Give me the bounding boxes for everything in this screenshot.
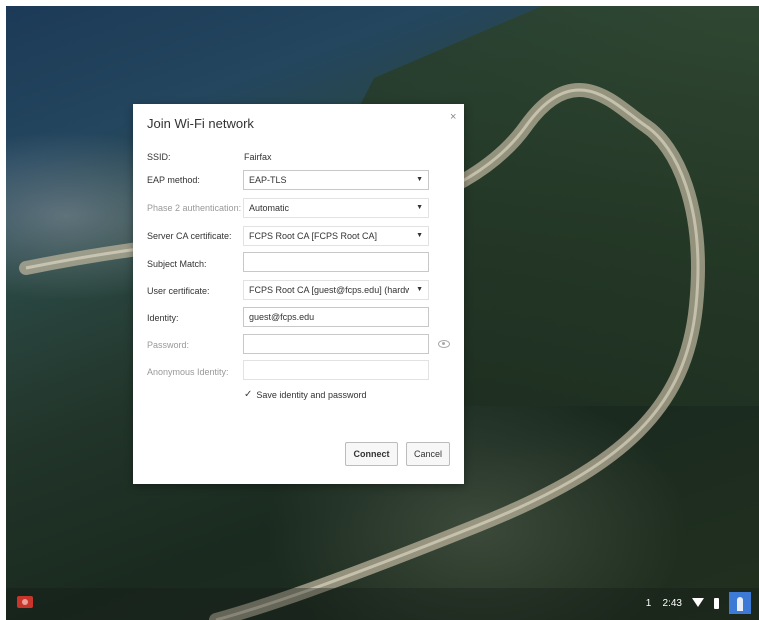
chevron-down-icon: ▼ [416, 232, 423, 239]
ssid-label: SSID: [147, 152, 171, 162]
anon-identity-input[interactable] [243, 360, 429, 380]
identity-label: Identity: [147, 313, 179, 323]
ssid-value: Fairfax [244, 152, 272, 162]
server-ca-label: Server CA certificate: [147, 231, 232, 241]
identity-input[interactable] [243, 307, 429, 327]
chevron-down-icon: ▼ [416, 204, 423, 211]
eap-method-select[interactable]: EAP-TLS ▼ [243, 170, 429, 190]
user-avatar[interactable] [729, 592, 751, 614]
subject-match-input[interactable] [243, 252, 429, 272]
user-cert-label: User certificate: [147, 286, 210, 296]
join-wifi-dialog: Join Wi-Fi network × SSID: Fairfax EAP m… [133, 104, 464, 484]
check-icon[interactable]: ✓ [244, 389, 252, 400]
connect-button[interactable]: Connect [345, 442, 398, 466]
phase2-value: Automatic [249, 203, 290, 213]
eye-icon[interactable] [438, 340, 450, 348]
status-tray[interactable]: 1 2:43 [645, 592, 751, 614]
subject-match-label: Subject Match: [147, 259, 207, 269]
save-credentials-checkbox[interactable]: ✓ Save identity and password [244, 389, 366, 400]
save-credentials-label: Save identity and password [256, 389, 367, 400]
eap-method-label: EAP method: [147, 175, 200, 185]
phase2-label: Phase 2 authentication: [147, 203, 242, 213]
chevron-down-icon: ▼ [416, 176, 423, 183]
battery-icon[interactable] [714, 597, 719, 609]
user-cert-select[interactable]: FCPS Root CA [guest@fcps.edu] (hardwa ▼ [243, 280, 429, 300]
eap-method-value: EAP-TLS [249, 175, 287, 185]
close-icon[interactable]: × [450, 111, 456, 123]
user-cert-value: FCPS Root CA [guest@fcps.edu] (hardwa [249, 285, 409, 295]
password-input[interactable] [243, 334, 429, 354]
dialog-title: Join Wi-Fi network [147, 116, 254, 131]
chevron-down-icon: ▼ [416, 286, 423, 293]
wifi-icon[interactable] [692, 598, 704, 608]
notification-count[interactable]: 1 [645, 598, 653, 609]
anon-identity-label: Anonymous Identity: [147, 367, 229, 377]
phase2-select[interactable]: Automatic ▼ [243, 198, 429, 218]
server-ca-select[interactable]: FCPS Root CA [FCPS Root CA] ▼ [243, 226, 429, 246]
server-ca-value: FCPS Root CA [FCPS Root CA] [249, 231, 378, 241]
app-launcher-button[interactable] [17, 596, 33, 608]
cancel-button[interactable]: Cancel [406, 442, 450, 466]
clock[interactable]: 2:43 [663, 598, 682, 609]
password-label: Password: [147, 340, 190, 350]
